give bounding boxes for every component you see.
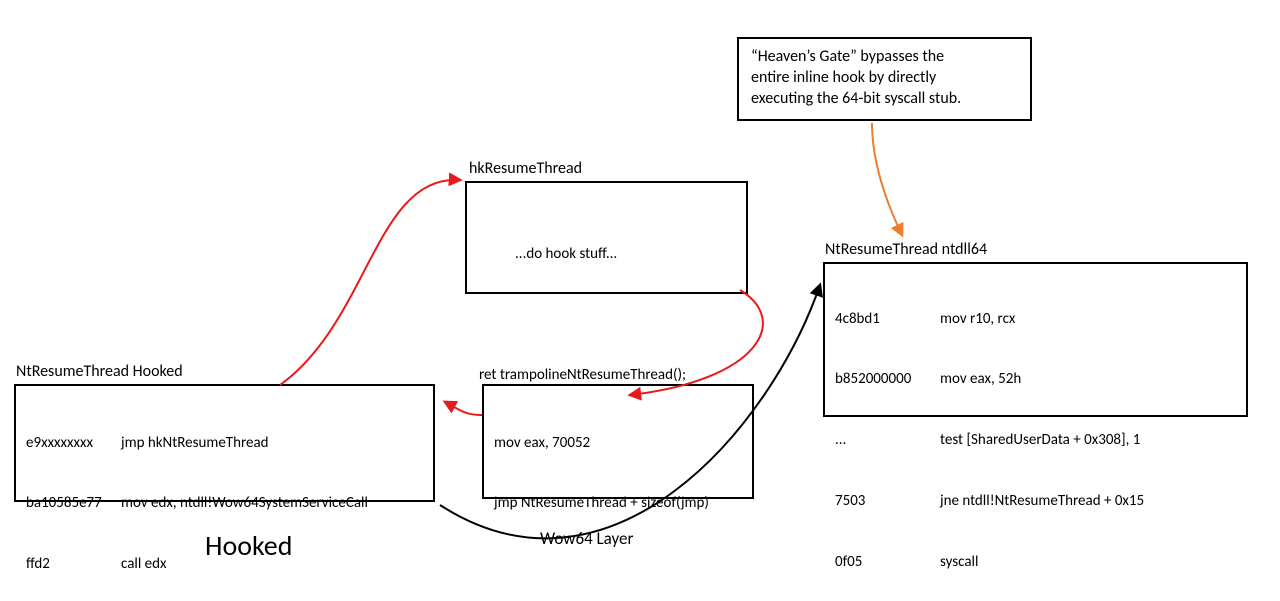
nt64-title: NtResumeThread ntdll64 [825,240,987,259]
hk-line1: ...do hook stuff... [515,244,734,264]
hooked-row-1: ba10585e77mov edx, ntdll!Wow64SystemServ… [26,493,423,513]
hooked-title: NtResumeThread Hooked [16,362,183,381]
trampoline-box: mov eax, 70052 jmp NtResumeThread + size… [482,384,754,499]
nt64-row-0: 4c8bd1mov r10, rcx [835,309,1236,329]
callout-text: “Heaven’s Gate” bypasses the entire inli… [739,39,1030,117]
nt64-row-1: b852000000mov eax, 52h [835,369,1236,389]
trampoline-line2: jmp NtResumeThread + sizeof(jmp) [494,493,742,513]
hk-box: ...do hook stuff... ret trampolineNtResu… [465,181,748,294]
hooked-code: e9xxxxxxxxjmp hkNtResumeThread ba10585e7… [26,392,423,601]
hooked-box: e9xxxxxxxxjmp hkNtResumeThread ba10585e7… [14,384,435,502]
hk-title: hkResumeThread [469,159,582,178]
wow64-label: Wow64 Layer [540,528,633,549]
callout-line1: “Heaven’s Gate” bypasses the [751,47,944,66]
hooked-row-0: e9xxxxxxxxjmp hkNtResumeThread [26,433,423,453]
nt64-box: 4c8bd1mov r10, rcx b852000000mov eax, 52… [823,262,1248,417]
nt64-row-4: 0f05syscall [835,552,1236,572]
hooked-big-label: Hooked [205,528,292,563]
arrow-jmp-to-hk [280,180,460,385]
nt64-row-2: ...test [SharedUserData + 0x308], 1 [835,430,1236,450]
callout-line3: executing the 64-bit syscall stub. [751,89,961,108]
hk-line2: ret trampolineNtResumeThread(); [479,365,734,385]
nt64-row-3: 7503jne ntdll!NtResumeThread + 0x15 [835,491,1236,511]
nt64-code: 4c8bd1mov r10, rcx b852000000mov eax, 52… [835,268,1236,601]
callout-box: “Heaven’s Gate” bypasses the entire inli… [737,37,1032,121]
callout-line2: entire inline hook by directly [751,68,936,87]
arrow-callout-to-nt64 [872,123,902,235]
trampoline-line1: mov eax, 70052 [494,433,742,453]
